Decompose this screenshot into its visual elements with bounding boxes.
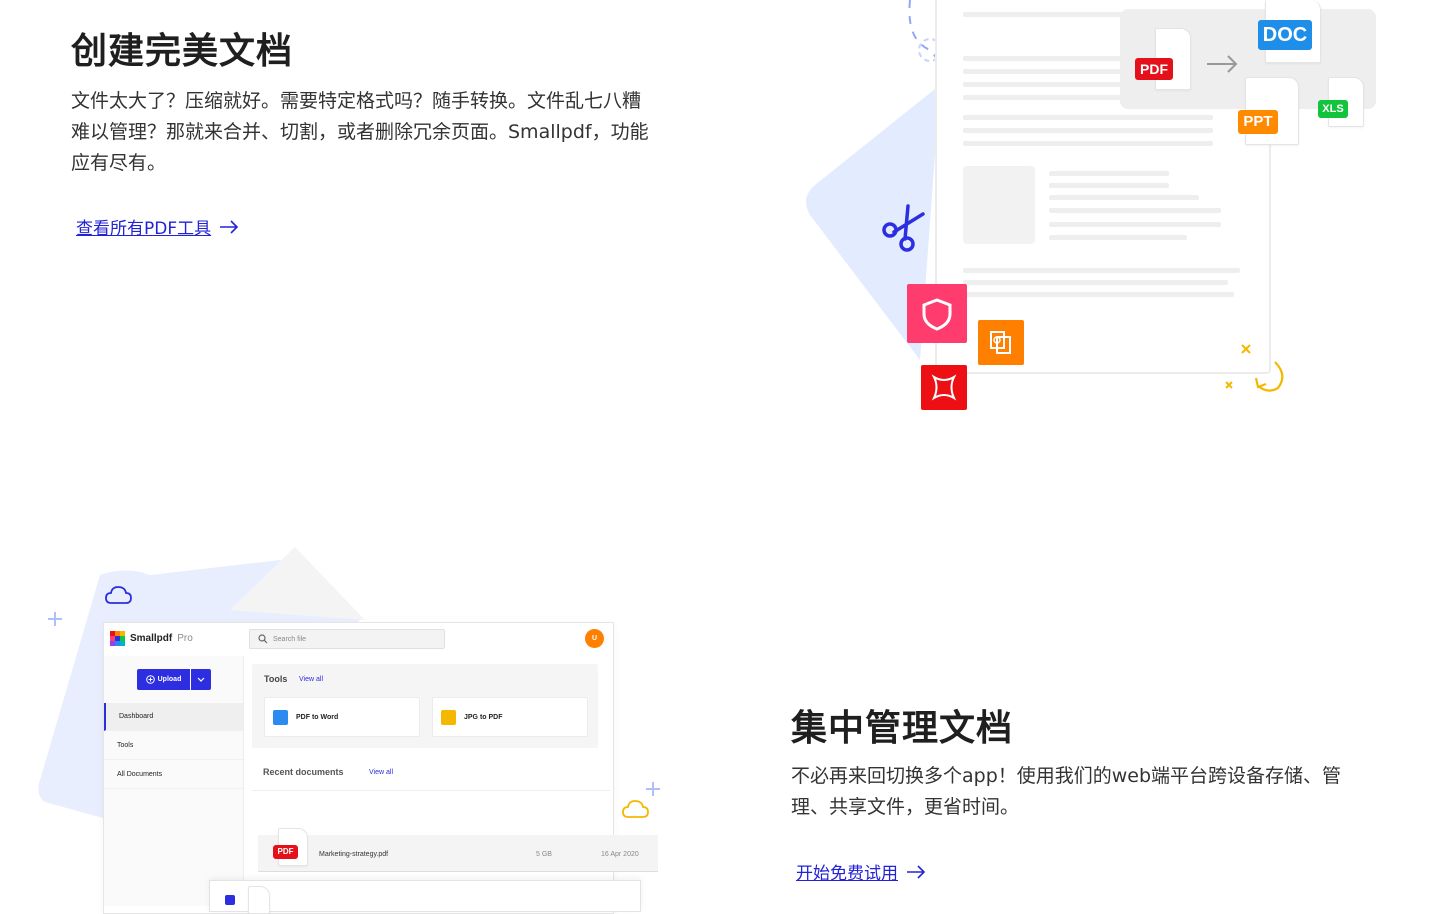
doc-text-line <box>1049 235 1187 240</box>
view-all-pdf-tools-label: 查看所有PDF工具 <box>76 219 212 239</box>
doc-text-line <box>963 268 1240 273</box>
image-icon <box>441 709 456 725</box>
tool-name: JPG to PDF <box>464 713 503 721</box>
ocr-tool-tile <box>978 320 1024 365</box>
shield-icon <box>922 298 952 331</box>
pdf-tag: PDF <box>273 845 298 859</box>
file-icon <box>248 886 270 914</box>
doc-text-line <box>1049 195 1199 200</box>
start-free-trial-link[interactable]: 开始免费试用 <box>796 859 926 884</box>
pdf-logo-icon <box>931 374 957 401</box>
scissors-icon <box>882 204 925 252</box>
ppt-tag: PPT <box>1238 110 1278 134</box>
recent-view-all-link[interactable]: View all <box>369 769 393 776</box>
plus-icon <box>646 782 660 796</box>
doc-text-line <box>1049 208 1221 213</box>
document-date: 16 Apr 2020 <box>601 851 639 858</box>
xls-tag: XLS <box>1318 100 1348 118</box>
pdf-tag: PDF <box>1135 58 1173 80</box>
arrow-right-icon <box>1207 55 1238 73</box>
doc-text-line <box>1049 171 1169 176</box>
view-all-pdf-tools-link[interactable]: 查看所有PDF工具 <box>76 214 239 239</box>
rotate-icon <box>1225 344 1284 392</box>
section-description-create: 文件太大了？压缩就好。需要特定格式吗？随手转换。文件乱七八糟难以管理？那就来合并… <box>71 90 649 174</box>
cloud-icon <box>622 800 649 818</box>
tool-name: PDF to Word <box>296 713 339 721</box>
tool-card-pdf-to-word[interactable]: PDF to Word <box>264 697 420 737</box>
divider <box>252 790 610 791</box>
brand-suffix: Pro <box>177 633 193 644</box>
search-icon <box>258 634 268 644</box>
section-description-manage: 不必再来回切换多个app！使用我们的web端平台跨设备存储、管理、共享文件，更省… <box>791 765 1342 818</box>
cloud-icon <box>105 586 132 604</box>
sidebar-item-all-documents[interactable]: All Documents <box>104 761 243 789</box>
document-size: 5 GB <box>536 851 552 858</box>
doc-image-placeholder <box>963 166 1035 244</box>
plus-circle-icon <box>145 675 155 684</box>
create-documents-illustration: PDF DOC PPT XLS <box>780 0 1420 420</box>
document-name: Marketing-strategy.pdf <box>319 851 389 858</box>
search-placeholder: Search file <box>273 635 307 643</box>
brand-logo[interactable]: Smallpdf Pro <box>110 631 193 646</box>
dragged-file-card[interactable] <box>209 880 641 914</box>
doc-text-line <box>1049 222 1221 227</box>
upload-label: Upload <box>157 676 182 683</box>
arrow-right-icon <box>220 219 239 234</box>
doc-text-line <box>963 292 1234 297</box>
doc-text-line <box>1049 183 1169 188</box>
arrow-right-icon <box>907 864 926 879</box>
smallpdf-logo-icon <box>110 631 125 646</box>
recent-documents-heading: Recent documents <box>263 767 344 777</box>
upload-dropdown[interactable] <box>190 669 211 690</box>
avatar[interactable]: U <box>585 629 604 648</box>
start-free-trial-label: 开始免费试用 <box>796 864 898 884</box>
table-row[interactable] <box>258 835 658 872</box>
checkbox[interactable] <box>225 895 235 905</box>
sidebar-item-dashboard[interactable]: Dashboard <box>104 703 243 731</box>
section-title-create: 创建完美文档 <box>71 31 294 72</box>
tool-card-jpg-to-pdf[interactable]: JPG to PDF <box>432 697 588 737</box>
doc-text-line <box>963 141 1213 146</box>
section-title-manage: 集中管理文档 <box>791 708 1014 749</box>
protect-tool-tile <box>907 284 967 343</box>
doc-text-line <box>963 128 1213 133</box>
doc-text-line <box>963 115 1213 120</box>
search-input[interactable]: Search file <box>249 629 445 649</box>
upload-button[interactable]: Upload <box>137 669 211 690</box>
word-icon <box>273 709 288 725</box>
plus-icon <box>48 612 62 626</box>
pdf-tool-tile <box>921 365 967 410</box>
document-ocr-icon <box>990 331 1011 354</box>
doc-text-line <box>963 280 1228 285</box>
brand-name: Smallpdf <box>130 633 173 644</box>
doc-tag: DOC <box>1258 20 1312 50</box>
chevron-down-icon <box>197 677 205 682</box>
tools-heading: Tools <box>264 674 288 684</box>
tools-view-all-link[interactable]: View all <box>299 676 323 683</box>
sidebar-item-tools[interactable]: Tools <box>104 732 243 760</box>
